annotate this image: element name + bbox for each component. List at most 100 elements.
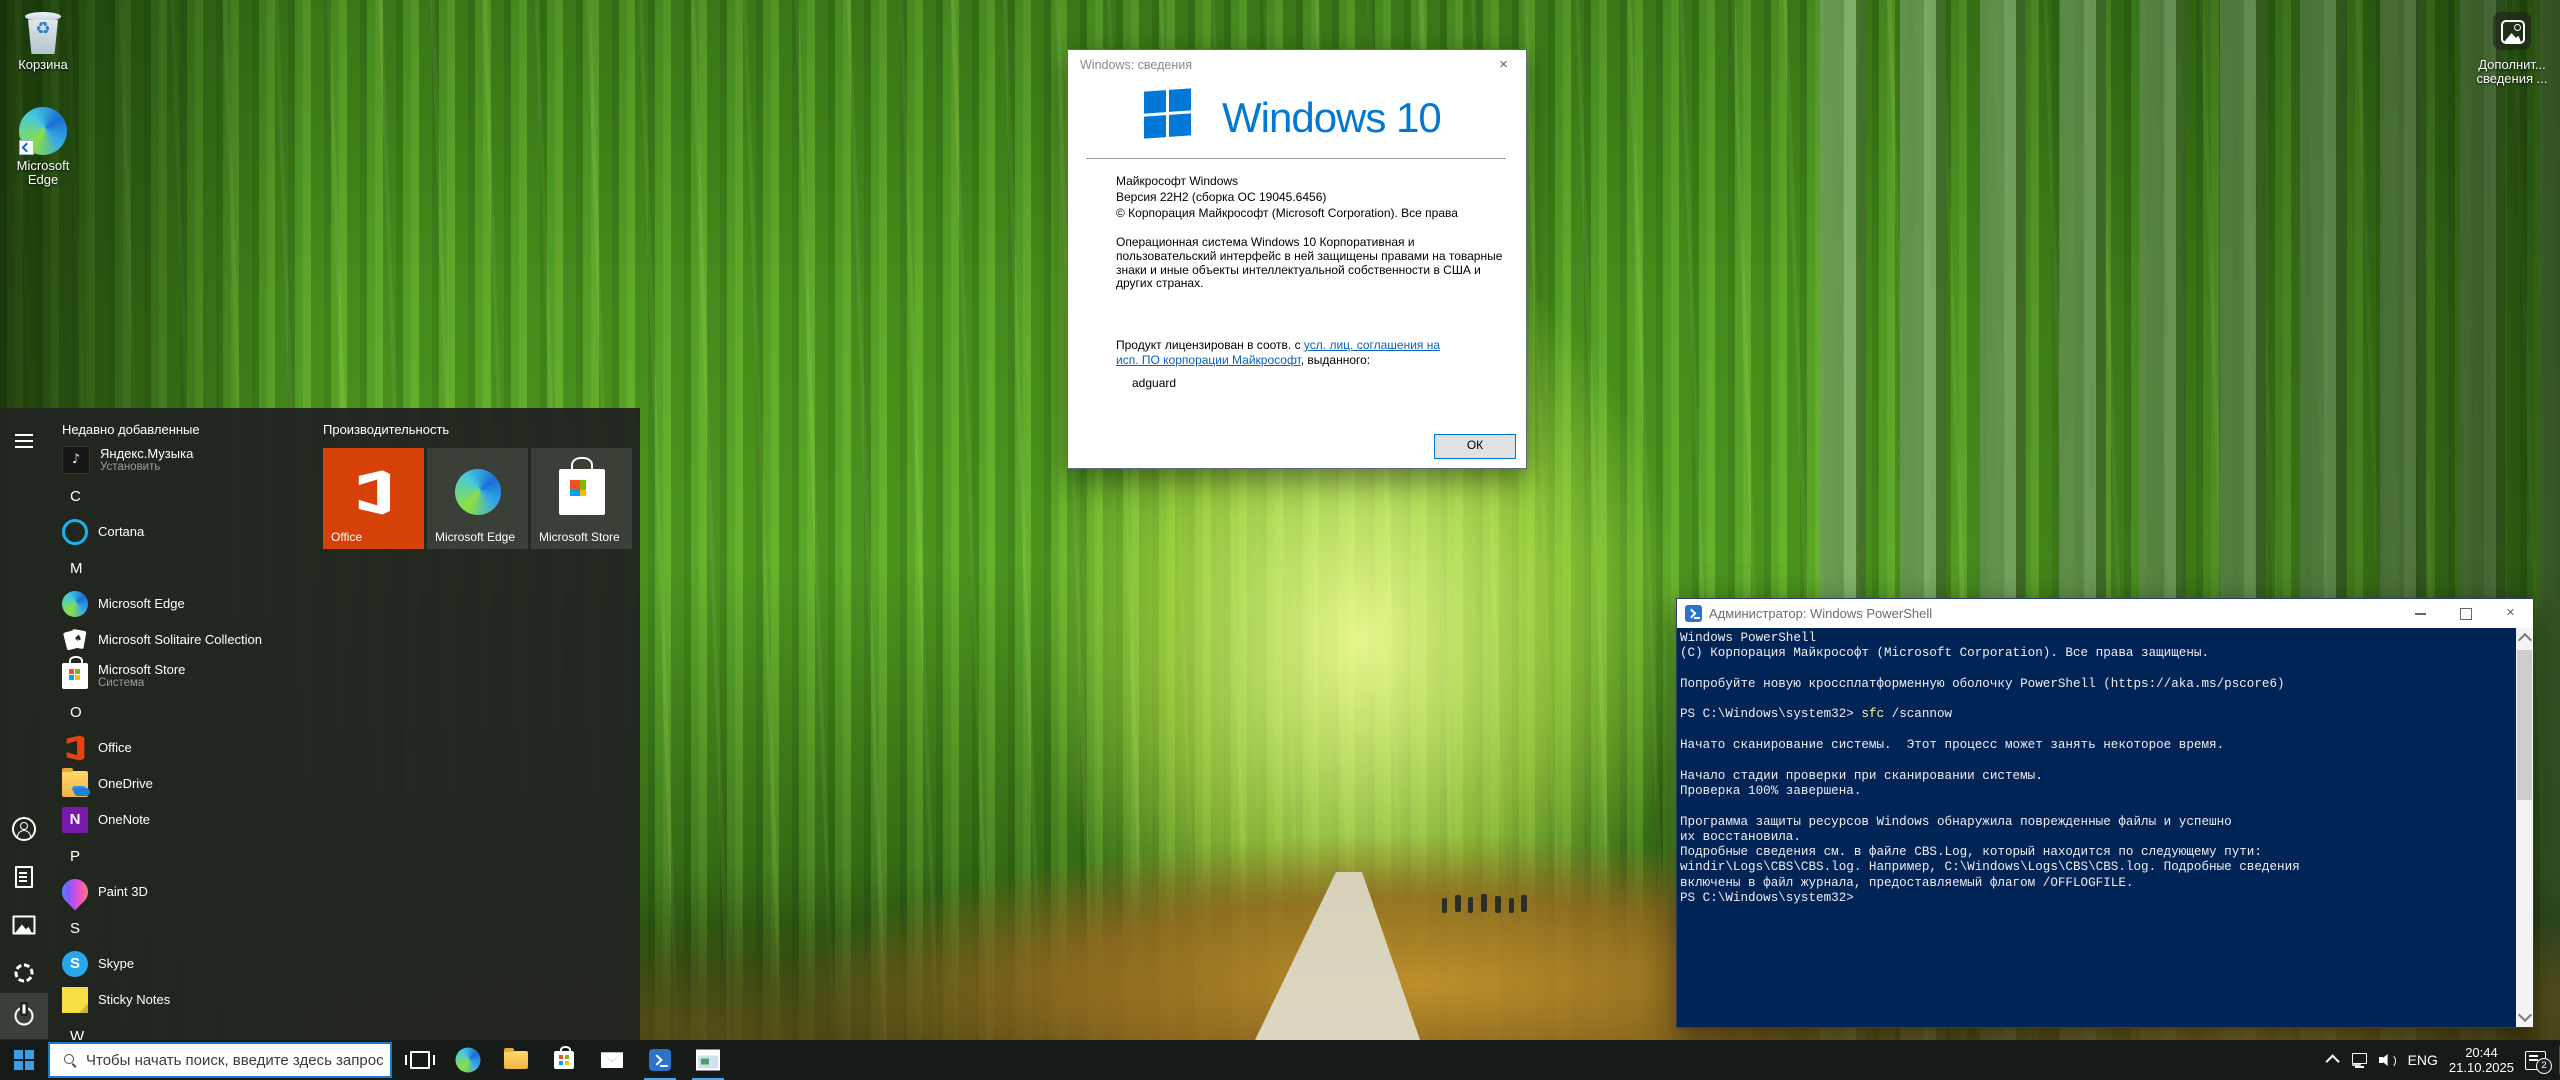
close-icon[interactable]: × bbox=[1481, 50, 1526, 79]
search-box[interactable]: Чтобы начать поиск, введите здесь запрос bbox=[48, 1042, 392, 1078]
desktop-icon-spotlight[interactable]: Дополнит... сведения ... bbox=[2469, 12, 2555, 86]
taskbar-button-file-explorer[interactable] bbox=[492, 1040, 540, 1080]
power-button[interactable] bbox=[0, 993, 48, 1039]
maximize-icon bbox=[2460, 608, 2472, 620]
pictures-button[interactable] bbox=[0, 902, 48, 948]
app-label: OneNote bbox=[98, 813, 150, 827]
winver-dialog: Windows: сведения × Windows 10 Майкрософ… bbox=[1067, 49, 1527, 469]
shortcut-arrow-icon bbox=[19, 140, 34, 155]
chevron-up-icon[interactable] bbox=[2325, 1054, 2339, 1068]
desktop-icon-label: Edge bbox=[0, 173, 86, 187]
taskbar-button-winver-window[interactable] bbox=[684, 1040, 732, 1080]
tray-time: 20:44 bbox=[2449, 1045, 2514, 1060]
app-label: Microsoft Edge bbox=[98, 597, 185, 611]
start-app-item[interactable]: Sticky Notes bbox=[48, 982, 320, 1018]
minimize-button[interactable] bbox=[2398, 599, 2443, 628]
desktop-icon-recycle-bin[interactable]: ♻ Корзина bbox=[0, 10, 86, 72]
desktop-icon-label: Дополнит... bbox=[2469, 58, 2555, 72]
app-section-letter[interactable]: M bbox=[48, 550, 320, 586]
start-app-item[interactable]: Microsoft Edge bbox=[48, 586, 320, 622]
start-app-item[interactable]: OneDrive bbox=[48, 766, 320, 802]
expand-menu-button[interactable] bbox=[0, 418, 48, 464]
tile-label: Microsoft Edge bbox=[435, 530, 515, 544]
network-icon[interactable] bbox=[2350, 1052, 2368, 1068]
start-tile[interactable]: Microsoft Edge bbox=[427, 448, 528, 549]
tile-label: Microsoft Store bbox=[539, 530, 620, 544]
powershell-window: Администратор: Windows PowerShell × Wind… bbox=[1676, 598, 2534, 1028]
app-label: Cortana bbox=[98, 525, 144, 539]
powershell-titlebar[interactable]: Администратор: Windows PowerShell × bbox=[1677, 599, 2533, 628]
app-section-letter[interactable]: C bbox=[48, 478, 320, 514]
documents-button[interactable] bbox=[0, 854, 48, 900]
powershell-icon bbox=[649, 1049, 671, 1071]
taskbar-button-edge[interactable] bbox=[444, 1040, 492, 1080]
licensee-name: adguard bbox=[1132, 376, 1176, 390]
onedrive-icon bbox=[62, 771, 88, 797]
mail-icon bbox=[601, 1052, 623, 1068]
start-app-item[interactable]: Paint 3D bbox=[48, 874, 320, 910]
taskbar-button-mail[interactable] bbox=[588, 1040, 636, 1080]
start-tile[interactable]: Office bbox=[323, 448, 424, 549]
desktop-icon-label: Корзина bbox=[0, 58, 86, 72]
scroll-up-icon[interactable] bbox=[2518, 633, 2532, 647]
solitaire-icon bbox=[62, 627, 88, 653]
app-section-letter[interactable]: S bbox=[48, 910, 320, 946]
notification-icon[interactable]: 2 bbox=[2525, 1051, 2546, 1070]
close-icon: × bbox=[2488, 599, 2533, 628]
start-app-item[interactable]: Яндекс.МузыкаУстановить bbox=[48, 442, 320, 478]
desktop-icon-edge[interactable]: Microsoft Edge bbox=[0, 107, 86, 187]
powershell-console[interactable]: Windows PowerShell(C) Корпорация Майкрос… bbox=[1677, 628, 2516, 1027]
start-app-item[interactable]: Office bbox=[48, 730, 320, 766]
close-button[interactable]: × bbox=[2488, 599, 2533, 628]
user-account-button[interactable] bbox=[0, 806, 48, 852]
start-app-item[interactable]: OneNote bbox=[48, 802, 320, 838]
taskbar-button-powershell[interactable] bbox=[636, 1040, 684, 1080]
edge-icon bbox=[62, 591, 88, 617]
notification-badge: 2 bbox=[2536, 1058, 2552, 1074]
start-app-item[interactable]: Cortana bbox=[48, 514, 320, 550]
license-terms-link2[interactable]: исп. ПО корпорации Майкрософт bbox=[1116, 353, 1301, 367]
tiles-row: Office Microsoft Edge Microsoft Store bbox=[323, 448, 632, 549]
start-app-item[interactable]: Microsoft Solitaire Collection bbox=[48, 622, 320, 658]
settings-button[interactable] bbox=[0, 950, 48, 996]
windows-start-icon bbox=[14, 1050, 23, 1059]
language-indicator[interactable]: ENG bbox=[2408, 1052, 2438, 1068]
volume-icon[interactable] bbox=[2379, 1052, 2397, 1068]
scrollbar-thumb[interactable] bbox=[2517, 650, 2532, 800]
start-menu-app-column: Недавно добавленные Яндекс.МузыкаУстанов… bbox=[48, 408, 320, 1040]
store-icon bbox=[62, 663, 88, 689]
edge-icon bbox=[455, 469, 501, 515]
taskbar-button-task-view[interactable] bbox=[396, 1040, 444, 1080]
ok-button[interactable]: ОК bbox=[1434, 434, 1516, 459]
spotlight-picture-icon bbox=[2493, 12, 2531, 50]
start-button[interactable] bbox=[0, 1040, 48, 1080]
start-tile[interactable]: Microsoft Store bbox=[531, 448, 632, 549]
clock[interactable]: 20:44 21.10.2025 bbox=[2449, 1045, 2514, 1075]
documents-icon bbox=[15, 866, 33, 888]
app-label: Яндекс.Музыка bbox=[100, 447, 193, 461]
taskbar-button-store[interactable] bbox=[540, 1040, 588, 1080]
app-section-letter[interactable]: P bbox=[48, 838, 320, 874]
copyright-line: © Корпорация Майкрософт (Microsoft Corpo… bbox=[1116, 205, 1458, 221]
app-section-letter[interactable]: O bbox=[48, 694, 320, 730]
windows10-wordmark: Windows 10 bbox=[1222, 94, 1441, 142]
file-explorer-icon bbox=[504, 1051, 528, 1069]
app-section-letter[interactable]: W bbox=[48, 1018, 320, 1040]
winver-title: Windows: сведения bbox=[1080, 58, 1192, 72]
maximize-button[interactable] bbox=[2443, 599, 2488, 628]
winver-license-text: Продукт лицензирован в соотв. с усл. лиц… bbox=[1116, 338, 1440, 367]
hamburger-icon bbox=[15, 434, 33, 436]
settings-gear-icon bbox=[15, 964, 34, 983]
app-label: Office bbox=[98, 741, 132, 755]
tiles-group-header: Производительность bbox=[323, 422, 449, 437]
desktop-icon-label: сведения ... bbox=[2469, 72, 2555, 86]
license-terms-link[interactable]: усл. лиц. соглашения на bbox=[1304, 338, 1440, 352]
store-icon bbox=[554, 1051, 574, 1069]
start-app-item[interactable]: Microsoft StoreСистема bbox=[48, 658, 320, 694]
divider bbox=[1086, 158, 1506, 159]
winver-titlebar[interactable]: Windows: сведения × bbox=[1068, 50, 1526, 80]
scrollbar[interactable] bbox=[2516, 628, 2533, 1027]
start-app-item[interactable]: Skype bbox=[48, 946, 320, 982]
scroll-down-icon[interactable] bbox=[2518, 1008, 2532, 1022]
cortana-icon bbox=[62, 519, 88, 545]
